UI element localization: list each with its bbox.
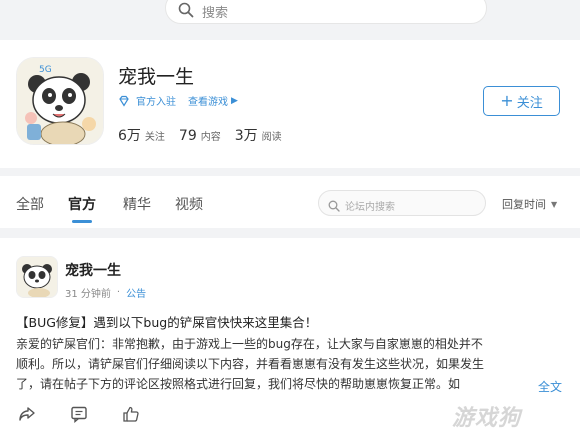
follow-button[interactable]: + 关注 (483, 86, 560, 116)
sort-dropdown[interactable]: 回复时间 ▼ (502, 196, 557, 212)
svg-text:5G: 5G (39, 65, 52, 75)
search-icon (328, 197, 340, 216)
forum-search-input[interactable]: 论坛内搜索 (318, 190, 486, 216)
game-app-icon[interactable]: 5G (16, 57, 104, 145)
tab-featured[interactable]: 精华 (123, 194, 151, 214)
triangle-right-icon: ▶ (231, 95, 238, 106)
active-tab-indicator (72, 220, 92, 223)
share-icon[interactable] (18, 405, 38, 423)
post-actions (18, 405, 174, 424)
badge-row: 官方入驻 查看游戏 ▶ (118, 93, 238, 108)
post-time: 31 分钟前 (65, 289, 111, 300)
follow-label: 关注 (516, 95, 543, 111)
post-category[interactable]: 公告 (126, 285, 146, 300)
separator-dot: · (116, 287, 121, 298)
post-title[interactable]: 【BUG修复】遇到以下bug的铲屎官快快来这里集合！ (16, 312, 317, 331)
post-body-line: 了，请在帖子下方的评论区按照格式进行回复，我们将尽快的帮助崽崽恢复正常。如 (16, 377, 461, 391)
post-body-line: 顺利。所以，请铲屎官们仔细阅读以下内容，并看看崽崽有没有发生这些状况，如果发生 (16, 357, 485, 371)
stat-label: 阅读 (261, 132, 282, 143)
stat-label: 内容 (200, 132, 221, 143)
plus-icon: + (500, 91, 514, 110)
comment-icon[interactable] (70, 405, 90, 424)
search-placeholder: 搜索 (202, 6, 229, 21)
forum-search-placeholder: 论坛内搜索 (345, 202, 395, 213)
search-icon (178, 2, 194, 22)
global-search-bar[interactable]: 搜索 (165, 0, 487, 24)
post-body[interactable]: 亲爱的铲屎官们：非常抱歉，由于游戏上一些的bug存在，让大家与自家崽崽的相处并不… (16, 334, 526, 394)
game-profile-card: 5G 宠我一生 官方入驻 查看游戏 ▶ 6万 关注 79 内容 3万 阅读 + … (0, 40, 580, 168)
watermark: 游戏狗 (452, 406, 522, 431)
tab-video[interactable]: 视频 (175, 194, 203, 214)
avatar[interactable] (16, 256, 58, 298)
sort-label: 回复时间 (502, 198, 546, 211)
tab-all[interactable]: 全部 (16, 194, 44, 214)
caret-down-icon: ▼ (551, 199, 558, 209)
post-meta: 31 分钟前 · 公告 (65, 285, 146, 300)
post-body-line: 亲爱的铲屎官们：非常抱歉，由于游戏上一些的bug存在，让大家与自家崽崽的相处并不 (16, 337, 483, 351)
read-full-link[interactable]: 全文 (534, 378, 563, 395)
view-game-link[interactable]: 查看游戏 ▶ (188, 93, 238, 109)
thumbs-up-icon[interactable] (122, 405, 142, 423)
view-game-label: 查看游戏 (188, 97, 228, 108)
forum-tabs-bar: 全部 官方 精华 视频 论坛内搜索 回复时间 ▼ (0, 176, 580, 228)
post-author-name[interactable]: 宠我一生 (65, 260, 121, 280)
stat-value: 6万 (118, 128, 141, 144)
official-badge: 官方入驻 (136, 97, 176, 108)
stat-label: 关注 (144, 132, 165, 143)
game-title: 宠我一生 (118, 66, 195, 88)
stats-row: 6万 关注 79 内容 3万 阅读 (118, 125, 296, 145)
diamond-icon (118, 95, 130, 107)
stat-value: 79 (178, 128, 197, 144)
stat-value: 3万 (234, 128, 258, 144)
tab-official[interactable]: 官方 (68, 194, 96, 214)
